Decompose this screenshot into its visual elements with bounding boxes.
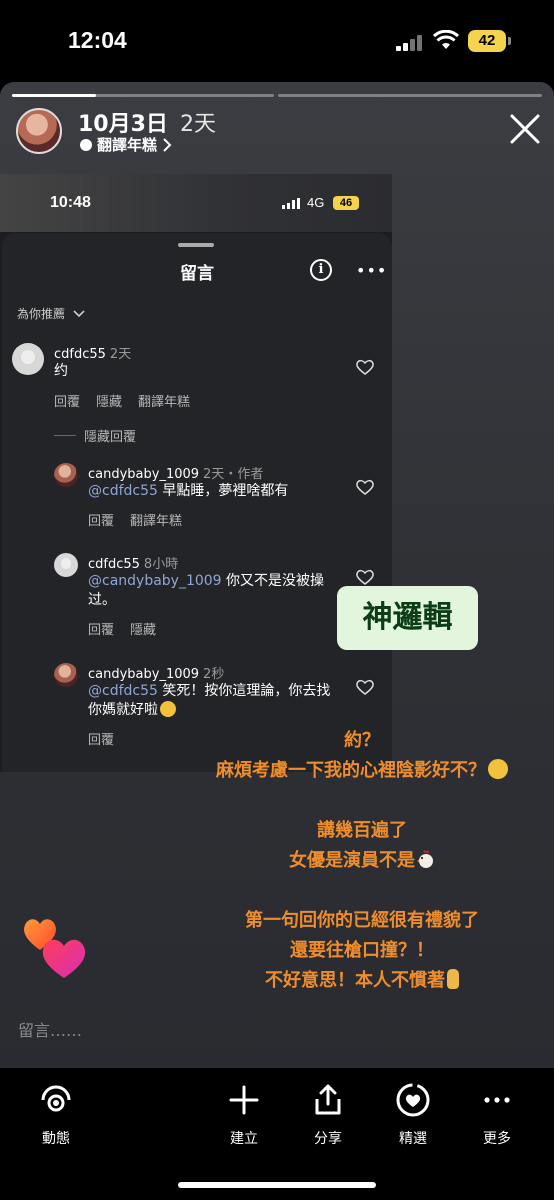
comment-author: candybaby_1009 2秒 (88, 667, 225, 682)
middle-finger-icon (447, 969, 459, 989)
avatar (54, 463, 78, 487)
story-caption-text: 約？ 麻煩考慮一下我的心裡陰影好不？ 講幾百遍了 女優是演員不是 第一句回你的已… (170, 726, 554, 996)
activity-label: 動態 (42, 1131, 70, 1147)
comment-text: @candybaby_1009 你又不是没被操过。 (88, 573, 325, 608)
translate-icon (80, 138, 92, 151)
comment-text: 约 (54, 363, 68, 379)
share-icon (315, 1084, 341, 1115)
avatar (54, 553, 78, 577)
caption-line: 第一句回你的已經很有禮貌了 (245, 910, 479, 931)
more-label: 更多 (483, 1131, 511, 1147)
text-sticker[interactable]: 神邏輯 (337, 586, 478, 650)
like-heart-icon (356, 359, 374, 375)
like-heart-icon (356, 479, 374, 495)
hide-replies-toggle: 隱藏回覆 (54, 426, 136, 445)
activity-button[interactable]: 動態 (21, 1082, 91, 1148)
comments-sheet: 留言 i ••• 為你推薦 cdfdc55 2天 约 回覆 隱藏 翻譯年糕 隱藏回覆 (2, 233, 392, 772)
comment-actions: 回覆 隱藏 翻譯年糕 (54, 395, 191, 410)
battery-indicator: 42 (468, 30, 511, 52)
comment-author: candybaby_1009 2天・作者 (88, 467, 264, 482)
like-heart-icon (356, 679, 374, 695)
comment-actions: 回覆 (88, 733, 115, 748)
cellular-signal-icon (396, 35, 424, 51)
more-button[interactable]: 更多 (462, 1082, 532, 1148)
story-progress-segment-1 (12, 94, 274, 97)
highlight-button[interactable]: 精選 (378, 1082, 448, 1148)
more-icon (484, 1097, 510, 1103)
story-author-avatar[interactable] (16, 108, 62, 154)
story-progress-segment-2 (278, 94, 542, 97)
activity-icon (41, 1085, 71, 1112)
info-icon: i (310, 259, 332, 281)
embedded-network-type: 4G (307, 195, 325, 210)
comment-text: @cdfdc55 早點睡，夢裡啥都有 (88, 483, 289, 499)
story-viewer[interactable]: 10月3日 2天 翻譯年糕 10:48 4G 46 留言 i ••• 為你推薦 (0, 82, 554, 1068)
highlight-label: 精選 (399, 1131, 427, 1147)
status-bar: 12:04 42 (0, 0, 554, 80)
comment-text: @cdfdc55 笑死！按你這理論，你去找你媽就好啦 (88, 683, 331, 718)
chicken-icon (417, 850, 433, 868)
create-button[interactable]: 建立 (209, 1082, 279, 1148)
caption-line: 還要往槍口撞？！ (290, 940, 434, 961)
plus-icon (229, 1085, 259, 1115)
comment: cdfdc55 2天 约 回覆 隱藏 翻譯年糕 (12, 343, 382, 413)
avatar (12, 343, 44, 375)
translate-link[interactable]: 翻譯年糕 (80, 134, 172, 155)
message-input[interactable]: 留言…… (18, 1017, 82, 1041)
caption-line: 約？ (344, 730, 380, 751)
comment-actions: 回覆 隱藏 (88, 623, 157, 638)
more-options-icon: ••• (356, 261, 388, 280)
embedded-comments-screenshot: 10:48 4G 46 留言 i ••• 為你推薦 cdfdc552天 约 回 (0, 174, 392, 772)
comment-actions: 回覆 翻譯年糕 (88, 514, 183, 529)
upside-down-face-icon (160, 701, 176, 717)
story-bottom-bar: 動態 建立 分享 精選 更多 (0, 1068, 554, 1200)
sheet-title: 留言 (180, 264, 214, 284)
embedded-status-time: 10:48 (50, 194, 91, 211)
highlight-icon (396, 1083, 430, 1117)
filter-label: 為你推薦 (17, 307, 66, 321)
close-icon[interactable] (508, 112, 542, 146)
home-indicator[interactable] (178, 1182, 376, 1188)
comment-reply: candybaby_1009 2天・作者 @cdfdc55 早點睡，夢裡啥都有 回… (54, 463, 384, 533)
like-heart-icon (356, 569, 374, 585)
share-button[interactable]: 分享 (293, 1082, 363, 1148)
comment-reply: cdfdc55 8小時 @candybaby_1009 你又不是没被操过。 回覆隱… (54, 553, 384, 643)
upside-down-face-icon (488, 759, 508, 779)
embedded-battery: 46 (333, 196, 359, 210)
caption-line: 講幾百遍了 (317, 820, 407, 841)
wifi-icon (433, 30, 459, 49)
chevron-right-icon (163, 137, 172, 152)
avatar (54, 663, 78, 687)
comment-filter: 為你推薦 (17, 305, 85, 322)
create-label: 建立 (230, 1131, 258, 1147)
chevron-down-icon (73, 309, 85, 317)
embedded-status-bar: 10:48 4G 46 (0, 174, 392, 232)
caption-line: 女優是演員不是 (170, 846, 554, 876)
share-label: 分享 (314, 1131, 342, 1147)
translate-label: 翻譯年糕 (97, 136, 158, 154)
comment-author: cdfdc55 8小時 (88, 557, 179, 572)
comment-author: cdfdc55 2天 (54, 347, 132, 362)
caption-line: 麻煩考慮一下我的心裡陰影好不？ (170, 756, 554, 786)
sheet-handle (178, 243, 214, 247)
embedded-signal-icon (282, 198, 302, 209)
caption-line: 不好意思！本人不慣著 (170, 966, 554, 996)
hearts-reaction-icon[interactable] (22, 914, 94, 980)
story-age: 2天 (180, 112, 216, 137)
status-time: 12:04 (68, 27, 127, 53)
